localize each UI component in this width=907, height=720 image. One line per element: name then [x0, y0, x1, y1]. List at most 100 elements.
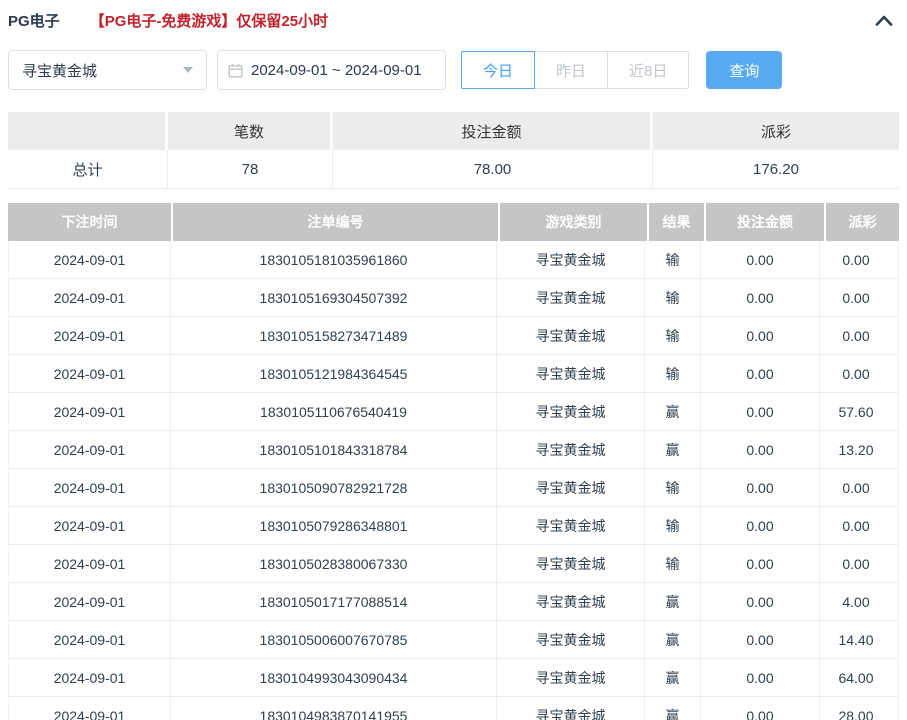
cell-order-id: 1830104983870141955 [171, 697, 497, 720]
cell-order-id: 1830105101843318784 [171, 431, 497, 468]
cell-result: 赢 [645, 431, 701, 468]
cell-game-type: 寻宝黄金城 [497, 469, 645, 506]
table-row: 2024-09-01 1830105169304507392 寻宝黄金城 输 0… [9, 279, 898, 317]
cell-payout: 0.00 [820, 241, 892, 278]
cell-game-type: 寻宝黄金城 [497, 659, 645, 696]
cell-order-id: 1830105158273471489 [171, 317, 497, 354]
filter-bar: 寻宝黄金城 2024-09-01 ~ 2024-09-01 今日 昨日 近8日 … [0, 50, 907, 90]
column-header-payout: 派彩 [826, 203, 899, 241]
calendar-icon [228, 63, 243, 78]
date-range-input[interactable]: 2024-09-01 ~ 2024-09-01 [217, 50, 446, 90]
summary-total-label: 总计 [8, 150, 168, 188]
quick-button-today[interactable]: 今日 [461, 51, 535, 89]
cell-bet-time: 2024-09-01 [9, 393, 171, 430]
cell-bet-amount: 0.00 [701, 583, 820, 620]
summary-total-count: 78 [168, 150, 333, 188]
cell-order-id: 1830105169304507392 [171, 279, 497, 316]
chevron-up-icon [875, 15, 893, 26]
cell-bet-amount: 0.00 [701, 545, 820, 582]
table-row: 2024-09-01 1830105017177088514 寻宝黄金城 赢 0… [9, 583, 898, 621]
cell-game-type: 寻宝黄金城 [497, 583, 645, 620]
cell-payout: 28.00 [820, 697, 892, 720]
cell-order-id: 1830105181035961860 [171, 241, 497, 278]
cell-payout: 0.00 [820, 317, 892, 354]
summary-header-count: 笔数 [168, 112, 330, 150]
summary-header-blank [8, 112, 165, 150]
cell-payout: 14.40 [820, 621, 892, 658]
cell-order-id: 1830105006007670785 [171, 621, 497, 658]
game-select[interactable]: 寻宝黄金城 [8, 50, 207, 90]
cell-game-type: 寻宝黄金城 [497, 507, 645, 544]
cell-payout: 0.00 [820, 507, 892, 544]
panel-title: PG电子 [8, 10, 60, 31]
cell-bet-amount: 0.00 [701, 621, 820, 658]
cell-result: 输 [645, 279, 701, 316]
cell-order-id: 1830105028380067330 [171, 545, 497, 582]
cell-result: 赢 [645, 393, 701, 430]
cell-game-type: 寻宝黄金城 [497, 697, 645, 720]
table-row: 2024-09-01 1830105101843318784 寻宝黄金城 赢 0… [9, 431, 898, 469]
quick-button-yesterday[interactable]: 昨日 [534, 51, 608, 89]
table-row: 2024-09-01 1830105028380067330 寻宝黄金城 输 0… [9, 545, 898, 583]
summary-header-payout: 派彩 [653, 112, 899, 150]
pg-records-panel: PG电子 【PG电子-免费游戏】仅保留25小时 寻宝黄金城 2024-09-01… [0, 0, 907, 720]
bet-table-body: 2024-09-01 1830105181035961860 寻宝黄金城 输 0… [8, 241, 899, 720]
cell-result: 赢 [645, 621, 701, 658]
cell-bet-time: 2024-09-01 [9, 697, 171, 720]
cell-bet-amount: 0.00 [701, 697, 820, 720]
table-row: 2024-09-01 1830105121984364545 寻宝黄金城 输 0… [9, 355, 898, 393]
table-row: 2024-09-01 1830104993043090434 寻宝黄金城 赢 0… [9, 659, 898, 697]
table-row: 2024-09-01 1830105079286348801 寻宝黄金城 输 0… [9, 507, 898, 545]
cell-result: 赢 [645, 583, 701, 620]
column-header-game-type: 游戏类别 [500, 203, 647, 241]
date-range-value: 2024-09-01 ~ 2024-09-01 [251, 62, 422, 79]
cell-bet-time: 2024-09-01 [9, 279, 171, 316]
cell-order-id: 1830105079286348801 [171, 507, 497, 544]
cell-order-id: 1830104993043090434 [171, 659, 497, 696]
cell-game-type: 寻宝黄金城 [497, 545, 645, 582]
cell-bet-time: 2024-09-01 [9, 507, 171, 544]
cell-bet-time: 2024-09-01 [9, 431, 171, 468]
cell-bet-time: 2024-09-01 [9, 241, 171, 278]
bet-records-table: 下注时间 注单编号 游戏类别 结果 投注金额 派彩 2024-09-01 183… [8, 203, 899, 720]
summary-table: 笔数 投注金额 派彩 总计 78 78.00 176.20 [8, 112, 899, 189]
bet-table-header-row: 下注时间 注单编号 游戏类别 结果 投注金额 派彩 [8, 203, 899, 241]
cell-bet-time: 2024-09-01 [9, 469, 171, 506]
cell-payout: 0.00 [820, 355, 892, 392]
cell-bet-amount: 0.00 [701, 469, 820, 506]
cell-order-id: 1830105121984364545 [171, 355, 497, 392]
cell-payout: 0.00 [820, 279, 892, 316]
cell-game-type: 寻宝黄金城 [497, 355, 645, 392]
cell-payout: 0.00 [820, 545, 892, 582]
summary-total-row: 总计 78 78.00 176.20 [8, 150, 899, 189]
collapse-button[interactable] [875, 15, 893, 26]
summary-total-payout: 176.20 [653, 150, 899, 188]
cell-result: 输 [645, 545, 701, 582]
cell-bet-amount: 0.00 [701, 279, 820, 316]
cell-order-id: 1830105017177088514 [171, 583, 497, 620]
cell-payout: 57.60 [820, 393, 892, 430]
cell-result: 赢 [645, 659, 701, 696]
quick-button-last-8-days[interactable]: 近8日 [607, 51, 689, 89]
cell-result: 输 [645, 507, 701, 544]
table-row: 2024-09-01 1830105006007670785 寻宝黄金城 赢 0… [9, 621, 898, 659]
cell-result: 赢 [645, 697, 701, 720]
cell-bet-time: 2024-09-01 [9, 659, 171, 696]
retention-notice: 【PG电子-免费游戏】仅保留25小时 [90, 10, 328, 31]
cell-bet-time: 2024-09-01 [9, 545, 171, 582]
search-button[interactable]: 查询 [706, 51, 782, 89]
column-header-order-id: 注单编号 [173, 203, 498, 241]
column-header-bet-amount: 投注金额 [706, 203, 824, 241]
cell-payout: 0.00 [820, 469, 892, 506]
cell-bet-time: 2024-09-01 [9, 583, 171, 620]
cell-game-type: 寻宝黄金城 [497, 241, 645, 278]
cell-payout: 13.20 [820, 431, 892, 468]
cell-bet-time: 2024-09-01 [9, 355, 171, 392]
quick-range-group: 今日 昨日 近8日 [461, 51, 689, 89]
table-row: 2024-09-01 1830104983870141955 寻宝黄金城 赢 0… [9, 697, 898, 720]
table-row: 2024-09-01 1830105090782921728 寻宝黄金城 输 0… [9, 469, 898, 507]
cell-bet-amount: 0.00 [701, 355, 820, 392]
cell-bet-time: 2024-09-01 [9, 317, 171, 354]
cell-result: 输 [645, 241, 701, 278]
column-header-result: 结果 [649, 203, 704, 241]
